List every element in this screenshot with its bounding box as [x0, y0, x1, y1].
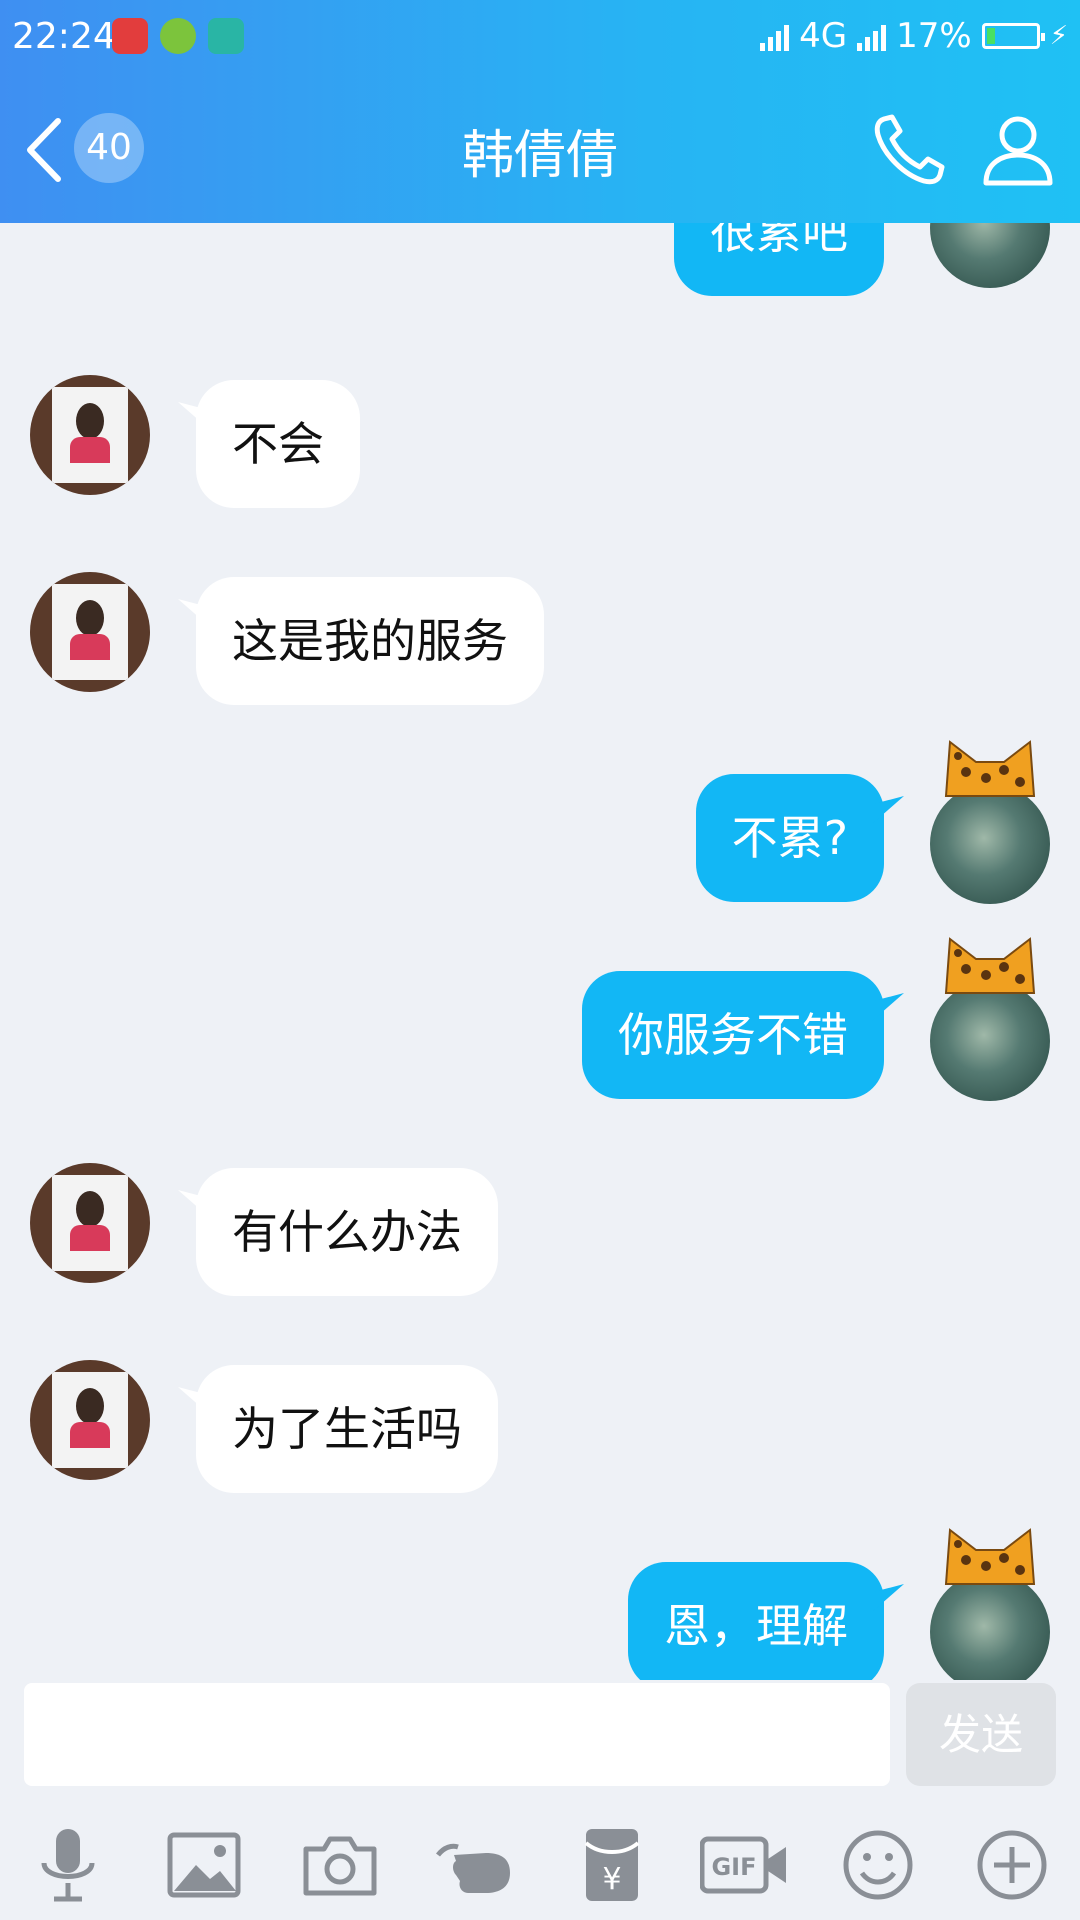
svg-text:GIF: GIF — [711, 1853, 756, 1881]
svg-text:¥: ¥ — [602, 1862, 621, 1897]
message-bubble[interactable]: 恩，理解 — [628, 1562, 884, 1680]
message-bubble[interactable]: 不累? — [695, 774, 884, 902]
message-input-bar: 发送 — [0, 1680, 1080, 1800]
charging-icon: ⚡ — [1049, 21, 1068, 51]
message-bubble[interactable]: 很累吧 — [674, 223, 884, 296]
camera-icon[interactable] — [300, 1825, 380, 1905]
signal-icon — [857, 21, 887, 51]
input-toolbar: ¥ GIF — [0, 1805, 1080, 1920]
battery-icon — [981, 23, 1045, 49]
microphone-icon[interactable] — [28, 1825, 108, 1905]
contact-avatar[interactable] — [30, 375, 150, 495]
battery-percent: 17% — [896, 16, 972, 56]
gif-icon[interactable]: GIF — [700, 1825, 790, 1905]
message-input[interactable] — [24, 1683, 890, 1786]
self-avatar[interactable] — [930, 1572, 1050, 1680]
message-bubble[interactable]: 你服务不错 — [582, 971, 884, 1099]
signal-icon — [760, 21, 790, 51]
contact-avatar[interactable] — [30, 1163, 150, 1283]
message-bubble[interactable]: 为了生活吗 — [196, 1365, 498, 1493]
self-avatar[interactable] — [930, 981, 1050, 1101]
emoji-icon[interactable] — [838, 1825, 918, 1905]
plus-icon[interactable] — [972, 1825, 1052, 1905]
chat-header: 22:24 4G 17% ⚡ 40 韩倩倩 — [0, 0, 1080, 223]
red-packet-icon[interactable]: ¥ — [572, 1825, 652, 1905]
status-time: 22:24 — [12, 16, 116, 57]
plus-app-icon — [160, 18, 196, 54]
status-right: 4G 17% ⚡ — [760, 16, 1068, 56]
message-list[interactable]: 很累吧 不会 这是我的服务 不累? 你服务不错 有什么办法 为了生活吗 恩，理解 — [0, 223, 1080, 1680]
contact-avatar[interactable] — [30, 572, 150, 692]
cat-ears-decoration-icon — [944, 1528, 1036, 1585]
message-outgoing: 很累吧 — [0, 223, 1080, 296]
send-button[interactable]: 发送 — [906, 1683, 1056, 1786]
scan-app-icon — [208, 18, 244, 54]
message-outgoing: 不累? — [0, 740, 1080, 904]
phone-call-icon[interactable] — [870, 109, 950, 189]
self-avatar[interactable] — [930, 223, 1050, 288]
message-incoming: 为了生活吗 — [0, 1360, 1080, 1493]
network-label: 4G — [799, 16, 848, 56]
message-outgoing: 你服务不错 — [0, 937, 1080, 1101]
self-avatar[interactable] — [930, 784, 1050, 904]
cat-ears-decoration-icon — [944, 937, 1036, 994]
status-bar: 22:24 4G 17% ⚡ — [0, 0, 1080, 78]
message-outgoing: 恩，理解 — [0, 1528, 1080, 1680]
image-icon[interactable] — [164, 1825, 244, 1905]
message-incoming: 不会 — [0, 375, 1080, 508]
netease-music-icon — [112, 18, 148, 54]
message-bubble[interactable]: 不会 — [196, 380, 360, 508]
nav-bar: 40 韩倩倩 — [0, 95, 1080, 205]
message-incoming: 有什么办法 — [0, 1163, 1080, 1296]
profile-icon[interactable] — [978, 109, 1058, 189]
contact-avatar[interactable] — [30, 1360, 150, 1480]
cat-ears-decoration-icon — [944, 740, 1036, 797]
message-bubble[interactable]: 有什么办法 — [196, 1168, 498, 1296]
message-bubble[interactable]: 这是我的服务 — [196, 577, 544, 705]
message-incoming: 这是我的服务 — [0, 572, 1080, 705]
poke-icon[interactable] — [434, 1825, 514, 1905]
